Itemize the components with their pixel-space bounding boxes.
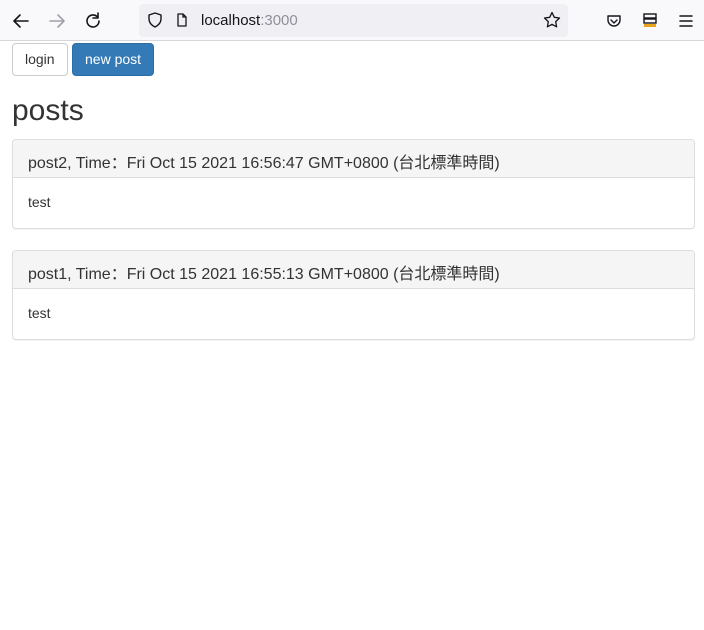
url-port: :3000 [260, 12, 298, 29]
page-title: posts [12, 94, 84, 127]
new-post-button[interactable]: new post [72, 43, 154, 76]
login-button[interactable]: login [12, 43, 68, 76]
url-text[interactable]: localhost:3000 [201, 12, 298, 29]
bookmark-star-icon[interactable] [540, 8, 564, 32]
post-panel: post2, Time：Fri Oct 15 2021 16:56:47 GMT… [12, 139, 695, 229]
post-title: post1, Time：Fri Oct 15 2021 16:55:13 GMT… [13, 251, 694, 289]
page-icon[interactable] [170, 8, 194, 32]
browser-toolbar: localhost:3000 [0, 0, 704, 41]
url-bar[interactable]: localhost:3000 [139, 4, 568, 37]
extensions-icon[interactable] [638, 9, 662, 33]
page-content: login new post posts post2, Time：Fri Oct… [0, 41, 704, 630]
reload-icon[interactable] [81, 9, 105, 33]
back-arrow-icon[interactable] [9, 9, 33, 33]
post-body: test [28, 194, 51, 210]
pocket-icon[interactable] [602, 9, 626, 33]
post-title: post2, Time：Fri Oct 15 2021 16:56:47 GMT… [13, 140, 694, 178]
menu-icon[interactable] [674, 9, 698, 33]
url-host: localhost [201, 12, 261, 29]
forward-arrow-icon[interactable] [45, 9, 69, 33]
shield-icon[interactable] [143, 8, 167, 32]
post-body: test [28, 305, 51, 321]
post-panel: post1, Time：Fri Oct 15 2021 16:55:13 GMT… [12, 250, 695, 340]
